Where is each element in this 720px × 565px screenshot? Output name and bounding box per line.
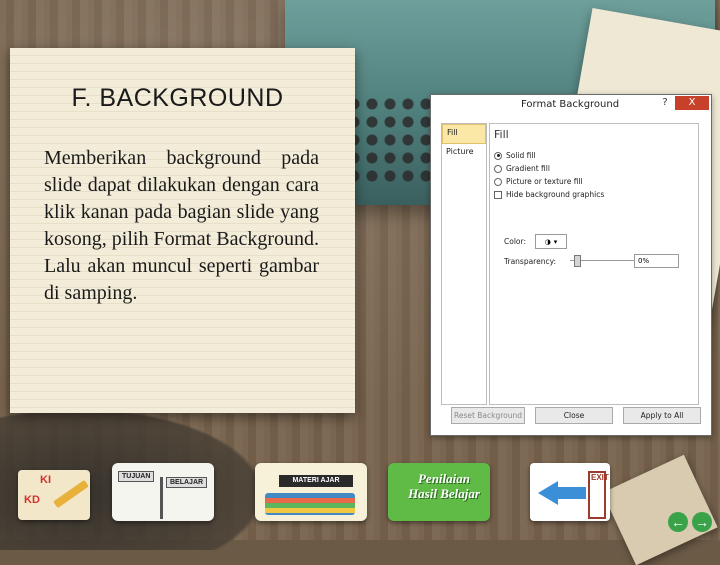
- format-background-dialog: Format Background ? X Fill Picture Fill …: [430, 94, 712, 436]
- penilaian-label: Penilaian Hasil Belajar: [408, 471, 480, 501]
- transparency-input[interactable]: 0%: [634, 254, 679, 268]
- color-label: Color:: [504, 237, 526, 246]
- slide-nav-arrows: ← →: [668, 512, 714, 536]
- picture-fill-option[interactable]: Picture or texture fill: [494, 177, 583, 186]
- gradient-fill-option[interactable]: Gradient fill: [494, 164, 550, 173]
- option-label: Picture or texture fill: [506, 177, 583, 186]
- close-button[interactable]: Close: [535, 407, 613, 424]
- materi-ajar-button[interactable]: MATERI AJAR: [255, 463, 367, 521]
- radio-icon[interactable]: [494, 177, 502, 186]
- transparency-slider-thumb[interactable]: [574, 255, 581, 267]
- prev-arrow-icon[interactable]: ←: [668, 512, 688, 532]
- hide-graphics-option[interactable]: Hide background graphics: [494, 190, 604, 199]
- help-button[interactable]: ?: [659, 97, 671, 108]
- slide-body-text: Memberikan background pada slide dapat d…: [44, 147, 319, 304]
- belajar-label: BELAJAR: [166, 477, 208, 488]
- ki-kd-button[interactable]: KI KD: [18, 470, 90, 520]
- nav-item-picture[interactable]: Picture: [442, 144, 486, 162]
- books-icon: [265, 493, 355, 515]
- pane-title: Fill: [494, 128, 509, 141]
- dialog-nav: Fill Picture: [441, 123, 487, 405]
- dialog-titlebar: Format Background ? X: [431, 95, 711, 115]
- signpost-icon: [160, 477, 163, 519]
- note-card: F. BACKGROUND Memberikan background pada…: [10, 48, 355, 413]
- reset-background-button[interactable]: Reset Background: [451, 407, 525, 424]
- option-label: Gradient fill: [506, 164, 550, 173]
- tujuan-label: TUJUAN: [118, 471, 155, 482]
- color-picker-button[interactable]: ◑ ▾: [535, 234, 567, 249]
- solid-fill-option[interactable]: Solid fill: [494, 151, 536, 160]
- materi-label: MATERI AJAR: [279, 475, 353, 487]
- kd-label: KD: [24, 494, 40, 506]
- radio-selected-icon[interactable]: [494, 151, 502, 160]
- next-arrow-icon[interactable]: →: [692, 512, 712, 532]
- slide-title: F. BACKGROUND: [71, 84, 284, 112]
- penilaian-button[interactable]: Penilaian Hasil Belajar: [388, 463, 490, 521]
- tujuan-belajar-button[interactable]: TUJUAN BELAJAR: [112, 463, 214, 521]
- checkbox-icon[interactable]: [494, 190, 502, 199]
- arrow-left-icon: [538, 481, 558, 505]
- pencil-icon: [53, 479, 89, 509]
- transparency-label: Transparency:: [504, 257, 557, 266]
- exit-label: EXIT: [591, 473, 609, 482]
- close-x-button[interactable]: X: [675, 96, 709, 110]
- exit-button[interactable]: EXIT: [530, 463, 610, 521]
- option-label: Hide background graphics: [506, 190, 605, 199]
- ki-label: KI: [40, 474, 51, 486]
- fill-pane: Fill Solid fill Gradient fill Picture or…: [489, 123, 699, 405]
- nav-item-fill[interactable]: Fill: [442, 124, 486, 144]
- chevron-down-icon: ▾: [553, 237, 558, 246]
- paint-bucket-icon: ◑: [544, 237, 551, 246]
- dialog-title: Format Background: [521, 99, 620, 110]
- arrow-tail: [558, 487, 586, 499]
- apply-to-all-button[interactable]: Apply to All: [623, 407, 701, 424]
- option-label: Solid fill: [506, 151, 536, 160]
- radio-icon[interactable]: [494, 164, 502, 173]
